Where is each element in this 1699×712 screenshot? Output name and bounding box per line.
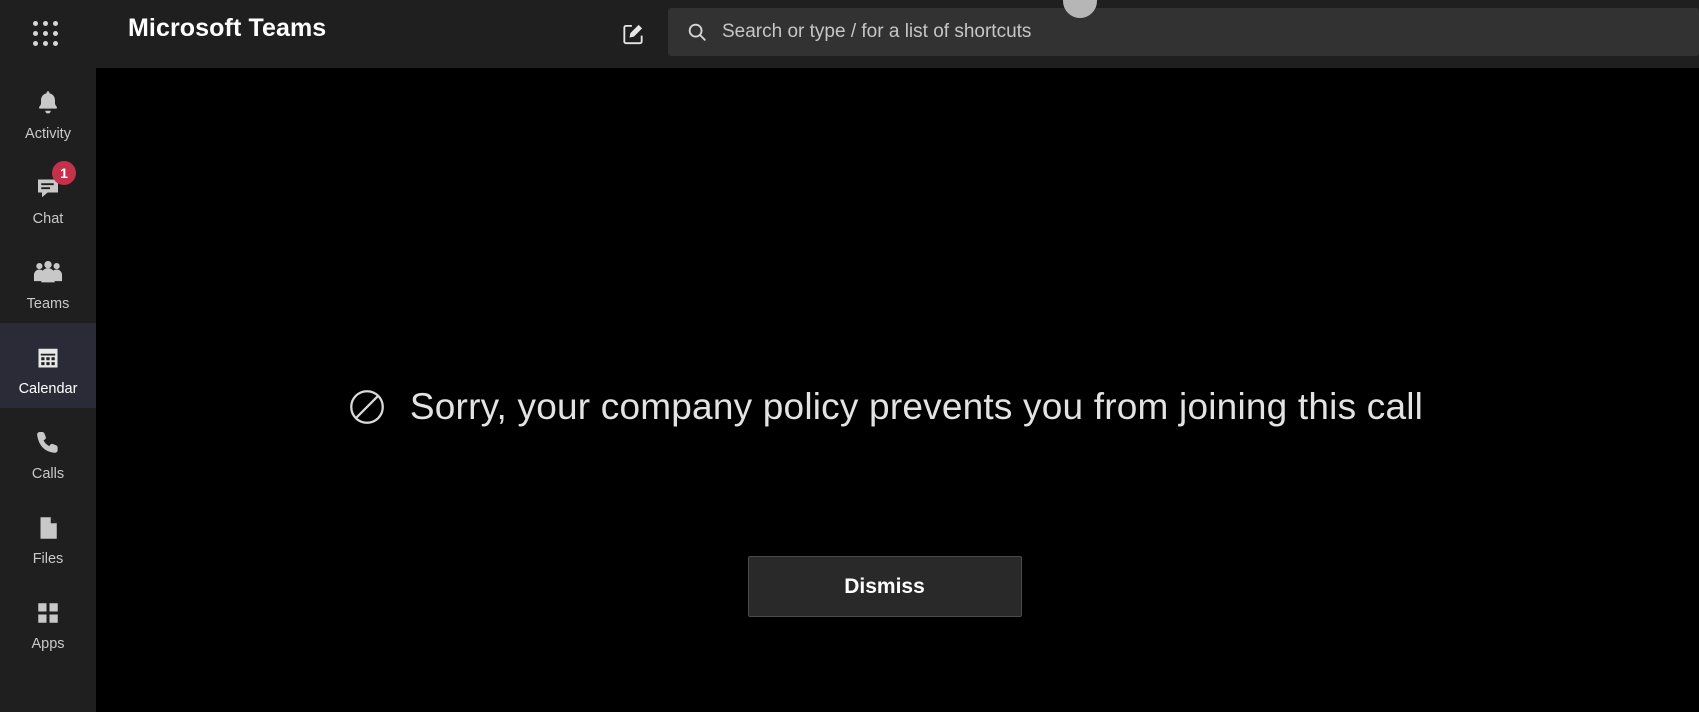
- file-icon: [34, 505, 62, 543]
- status-badge: 1: [52, 161, 76, 185]
- blocked-circle-slash-icon: [346, 386, 388, 428]
- sidebar-item-apps[interactable]: Apps: [0, 578, 96, 663]
- compose-new-chat-icon[interactable]: [610, 12, 656, 56]
- sidebar-item-label: Calls: [31, 465, 65, 482]
- search-icon: [686, 21, 708, 43]
- policy-block-message: Sorry, your company policy prevents you …: [409, 386, 1424, 427]
- sidebar-item-label: Calendar: [18, 380, 78, 397]
- teams-icon: [32, 250, 64, 288]
- sidebar-item-label: Activity: [25, 125, 71, 142]
- dismiss-button-row: Dismiss: [96, 556, 1699, 617]
- phone-icon: [33, 420, 63, 458]
- search-placeholder-text: Search or type / for a list of shortcuts: [722, 21, 1032, 42]
- apps-grid-icon: [33, 590, 63, 628]
- page-title: Microsoft Teams: [128, 14, 327, 42]
- calendar-icon: [33, 335, 63, 373]
- search-input[interactable]: Search or type / for a list of shortcuts: [668, 8, 1699, 56]
- sidebar-item-label: Teams: [26, 295, 70, 312]
- sidebar-item-chat[interactable]: 1 Chat: [0, 153, 96, 238]
- dismiss-button[interactable]: Dismiss: [747, 556, 1022, 617]
- sidebar-item-teams[interactable]: Teams: [0, 238, 96, 323]
- sidebar-item-files[interactable]: Files: [0, 493, 96, 578]
- sidebar-item-calendar[interactable]: Calendar: [0, 323, 96, 408]
- sidebar-item-label: Chat: [32, 210, 64, 227]
- sidebar-item-label: Files: [32, 550, 64, 567]
- sidebar-item-calls[interactable]: Calls: [0, 408, 96, 493]
- teams-window: Microsoft Teams Search or type / for a l…: [0, 0, 1699, 712]
- main-content-area: Sorry, your company policy prevents you …: [96, 68, 1699, 712]
- sidebar-item-activity[interactable]: Activity: [0, 68, 96, 153]
- title-bar: Microsoft Teams Search or type / for a l…: [0, 0, 1699, 68]
- left-navigation-rail: Activity 1 Chat Teams Calendar Calls Fil…: [0, 68, 96, 712]
- sidebar-item-label: Apps: [31, 635, 65, 652]
- app-launcher-icon[interactable]: [24, 12, 68, 56]
- policy-block-notice: Sorry, your company policy prevents you …: [96, 386, 1699, 428]
- bell-icon: [33, 80, 63, 118]
